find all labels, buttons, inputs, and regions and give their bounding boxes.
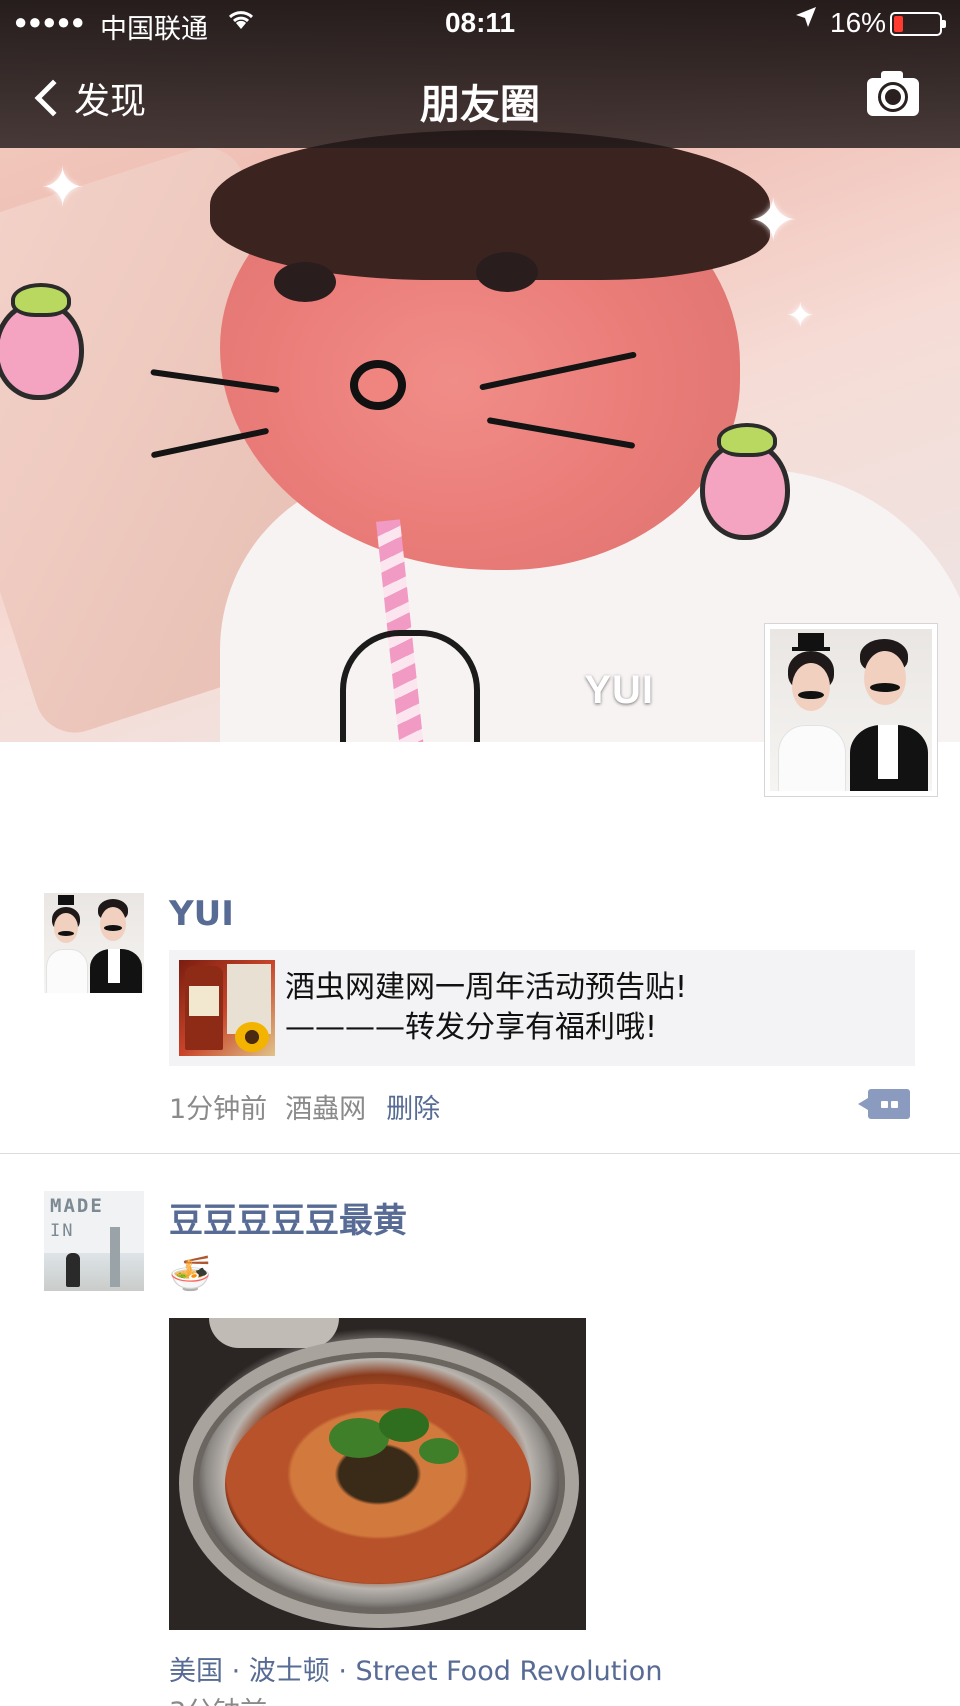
post-avatar[interactable]: MADE IN — [44, 1191, 144, 1291]
shared-link-title-line: ————转发分享有福利哦! — [285, 1010, 658, 1045]
post-nickname[interactable]: 豆豆豆豆豆最黄 — [169, 1193, 407, 1242]
moments-screen: ✦ ✦ ✦ YUI ●●●●● 中国联通 08:11 16% 发现 朋友圈 YU… — [0, 0, 960, 1706]
comment-icon[interactable] — [858, 1089, 910, 1119]
page-title: 朋友圈 — [420, 82, 540, 128]
avatar-text: MADE — [50, 1195, 104, 1217]
battery-percent: 16% — [830, 7, 887, 38]
shared-link-title: 酒虫网建网一周年活动预告贴! ————转发分享有福利哦! — [285, 968, 901, 1048]
navigation-bar: 发现 朋友圈 — [0, 48, 960, 148]
status-bar: ●●●●● 中国联通 08:11 16% — [0, 0, 960, 48]
cover-cat-nose — [350, 360, 406, 410]
sparkle-icon: ✦ — [748, 186, 799, 256]
profile-avatar[interactable] — [764, 623, 938, 797]
post-avatar[interactable] — [44, 893, 144, 993]
post-source: 酒蟲网 — [285, 1094, 367, 1125]
top-bar: ●●●●● 中国联通 08:11 16% 发现 朋友圈 — [0, 0, 960, 148]
couple-photo — [44, 893, 144, 993]
sparkle-icon: ✦ — [786, 296, 815, 336]
shared-link-card[interactable]: 酒虫网建网一周年活动预告贴! ————转发分享有福利哦! — [169, 950, 915, 1066]
cover-eye-left — [274, 262, 336, 302]
location-arrow-icon — [794, 5, 818, 36]
made-in-la-photo: MADE IN — [44, 1191, 144, 1291]
strawberry-sticker-right — [700, 423, 790, 540]
post-nickname[interactable]: YUI — [169, 894, 234, 934]
delete-button[interactable]: 删除 — [386, 1094, 440, 1125]
noodle-bowl-emoji: 🍜 — [169, 1254, 212, 1294]
post-meta: 1分钟前 酒蟲网 删除 — [169, 1087, 440, 1126]
strawberry-sticker-left — [0, 283, 84, 400]
post-time: 1分钟前 — [169, 1094, 268, 1125]
couple-photo — [770, 629, 932, 791]
cover-bottle-doodle — [340, 630, 480, 742]
avatar-text: IN — [50, 1221, 75, 1241]
shared-link-title-line: 酒虫网建网一周年活动预告贴! — [285, 970, 688, 1005]
post-location[interactable]: 美国 · 波士顿 · Street Food Revolution — [169, 1649, 662, 1688]
post-time: 3分钟前 — [169, 1690, 267, 1706]
cover-owner-name: YUI — [584, 668, 654, 712]
cover-eye-right — [476, 252, 538, 292]
post-image[interactable] — [169, 1318, 586, 1630]
camera-icon[interactable] — [867, 71, 919, 116]
sparkle-icon: ✦ — [40, 156, 86, 219]
shared-link-thumbnail — [179, 960, 275, 1056]
battery-icon — [890, 12, 946, 36]
post-divider — [0, 1153, 960, 1154]
